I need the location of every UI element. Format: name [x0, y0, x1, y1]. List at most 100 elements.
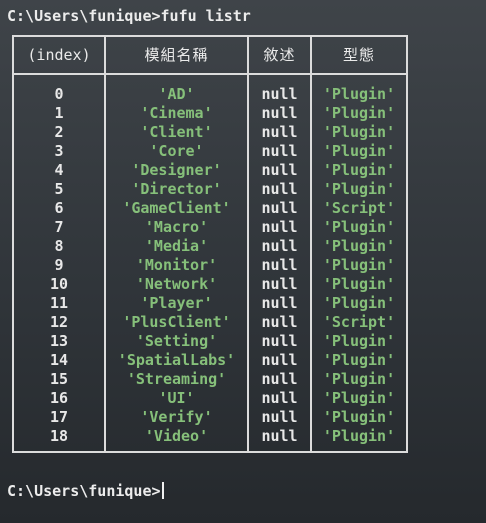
- table-row: 4 'Designer' null 'Plugin': [14, 161, 406, 180]
- cell-index: 2: [54, 123, 64, 141]
- table-row: 11 'Player' null 'Plugin': [14, 294, 406, 313]
- cell-module-name: 'Streaming': [126, 370, 227, 388]
- cell-module-name: 'Client': [140, 123, 213, 141]
- cell-index: 5: [54, 180, 64, 198]
- cell-description: null: [261, 408, 298, 426]
- table-row: 18 'Video' null 'Plugin': [14, 427, 406, 446]
- cell-module-name: 'Verify': [140, 408, 213, 426]
- prompt-text: C:\Users\funique>: [7, 482, 161, 500]
- cell-module-name: 'Core': [149, 142, 204, 160]
- cell-description: null: [261, 123, 298, 141]
- cell-index: 18: [49, 427, 69, 445]
- table-row: 9 'Monitor' null 'Plugin': [14, 256, 406, 275]
- cell-module-name: 'Monitor': [135, 256, 218, 274]
- cell-description: null: [261, 199, 298, 217]
- cell-index: 12: [49, 313, 69, 331]
- cell-index: 10: [49, 275, 69, 293]
- table-row: 5 'Director' null 'Plugin': [14, 180, 406, 199]
- table-row: 14 'SpatialLabs' null 'Plugin': [14, 351, 406, 370]
- cell-index: 1: [54, 104, 64, 122]
- cell-index: 9: [54, 256, 64, 274]
- table-row: 7 'Macro' null 'Plugin': [14, 218, 406, 237]
- cell-index: 15: [49, 370, 69, 388]
- cell-type: 'Plugin': [322, 332, 396, 350]
- prompt-line[interactable]: C:\Users\funique>: [7, 482, 164, 501]
- cell-index: 17: [49, 408, 69, 426]
- cell-type: 'Plugin': [322, 218, 396, 236]
- cell-type: 'Plugin': [322, 104, 396, 122]
- cell-index: 3: [54, 142, 64, 160]
- table-row: 8 'Media' null 'Plugin': [14, 237, 406, 256]
- table-row: 16 'UI' null 'Plugin': [14, 389, 406, 408]
- table-row: 13 'Setting' null 'Plugin': [14, 332, 406, 351]
- cell-index: 11: [49, 294, 69, 312]
- command-line: C:\Users\funique>fufu listr: [7, 7, 251, 25]
- cell-description: null: [261, 427, 298, 445]
- header-divider: [14, 73, 406, 75]
- cell-type: 'Plugin': [322, 85, 396, 103]
- cell-type: 'Plugin': [322, 256, 396, 274]
- cell-description: null: [261, 104, 298, 122]
- cell-module-name: 'Setting': [135, 332, 218, 350]
- cell-module-name: 'Media': [144, 237, 209, 255]
- cell-index: 7: [54, 218, 64, 236]
- cell-type: 'Plugin': [322, 180, 396, 198]
- cell-type: 'Script': [322, 313, 396, 331]
- cell-module-name: 'SpatialLabs': [117, 351, 236, 369]
- cell-module-name: 'Macro': [144, 218, 209, 236]
- cell-type: 'Plugin': [322, 408, 396, 426]
- cell-module-name: 'Designer': [131, 161, 222, 179]
- cell-module-name: 'UI': [158, 389, 195, 407]
- cell-index: 6: [54, 199, 64, 217]
- cell-description: null: [261, 370, 298, 388]
- cell-index: 13: [49, 332, 69, 350]
- cell-description: null: [261, 218, 298, 236]
- cell-index: 16: [49, 389, 69, 407]
- cell-module-name: 'Player': [140, 294, 213, 312]
- cell-module-name: 'Network': [135, 275, 218, 293]
- cell-description: null: [261, 389, 298, 407]
- cell-description: null: [261, 237, 298, 255]
- cell-type: 'Plugin': [322, 370, 396, 388]
- cell-module-name: 'Director': [131, 180, 222, 198]
- cell-type: 'Plugin': [322, 237, 396, 255]
- header-description: 敘述: [263, 46, 296, 64]
- cell-description: null: [261, 142, 298, 160]
- table-row: 1 'Cinema' null 'Plugin': [14, 104, 406, 123]
- table-row: 0 'AD' null 'Plugin': [14, 85, 406, 104]
- cell-module-name: 'Video': [144, 427, 209, 445]
- cell-description: null: [261, 351, 298, 369]
- cell-module-name: 'PlusClient': [122, 313, 231, 331]
- table-row: 10 'Network' null 'Plugin': [14, 275, 406, 294]
- cell-module-name: 'Cinema': [140, 104, 213, 122]
- cell-description: null: [261, 256, 298, 274]
- terminal-window[interactable]: C:\Users\funique>fufu listr (index) 模組名稱…: [0, 0, 486, 523]
- cell-type: 'Plugin': [322, 161, 396, 179]
- cell-index: 14: [49, 351, 69, 369]
- cell-module-name: 'GameClient': [122, 199, 231, 217]
- cell-index: 4: [54, 161, 64, 179]
- table-row: 6 'GameClient' null 'Script': [14, 199, 406, 218]
- cell-description: null: [261, 180, 298, 198]
- cell-type: 'Plugin': [322, 275, 396, 293]
- header-module-name: 模組名稱: [144, 46, 209, 64]
- cell-description: null: [261, 275, 298, 293]
- table-body: 0 'AD' null 'Plugin' 1 'Cinema' null 'Plugin' 2 '…: [14, 85, 406, 446]
- cell-type: 'Plugin': [322, 427, 396, 445]
- cell-type: 'Plugin': [322, 351, 396, 369]
- table-row: 12 'PlusClient' null 'Script': [14, 313, 406, 332]
- module-table: (index) 模組名稱 敘述 型態 0 'AD' null 'Plugin' 1 'Ci…: [12, 35, 408, 453]
- cell-description: null: [261, 332, 298, 350]
- cell-index: 8: [54, 237, 64, 255]
- text-cursor: [161, 482, 164, 499]
- header-index: (index): [27, 46, 91, 64]
- cell-type: 'Plugin': [322, 294, 396, 312]
- table-row: 17 'Verify' null 'Plugin': [14, 408, 406, 427]
- cell-type: 'Script': [322, 199, 396, 217]
- cell-description: null: [261, 85, 298, 103]
- cell-module-name: 'AD': [158, 85, 195, 103]
- table-row: 2 'Client' null 'Plugin': [14, 123, 406, 142]
- cell-type: 'Plugin': [322, 389, 396, 407]
- cell-index: 0: [54, 85, 64, 103]
- table-row: 15 'Streaming' null 'Plugin': [14, 370, 406, 389]
